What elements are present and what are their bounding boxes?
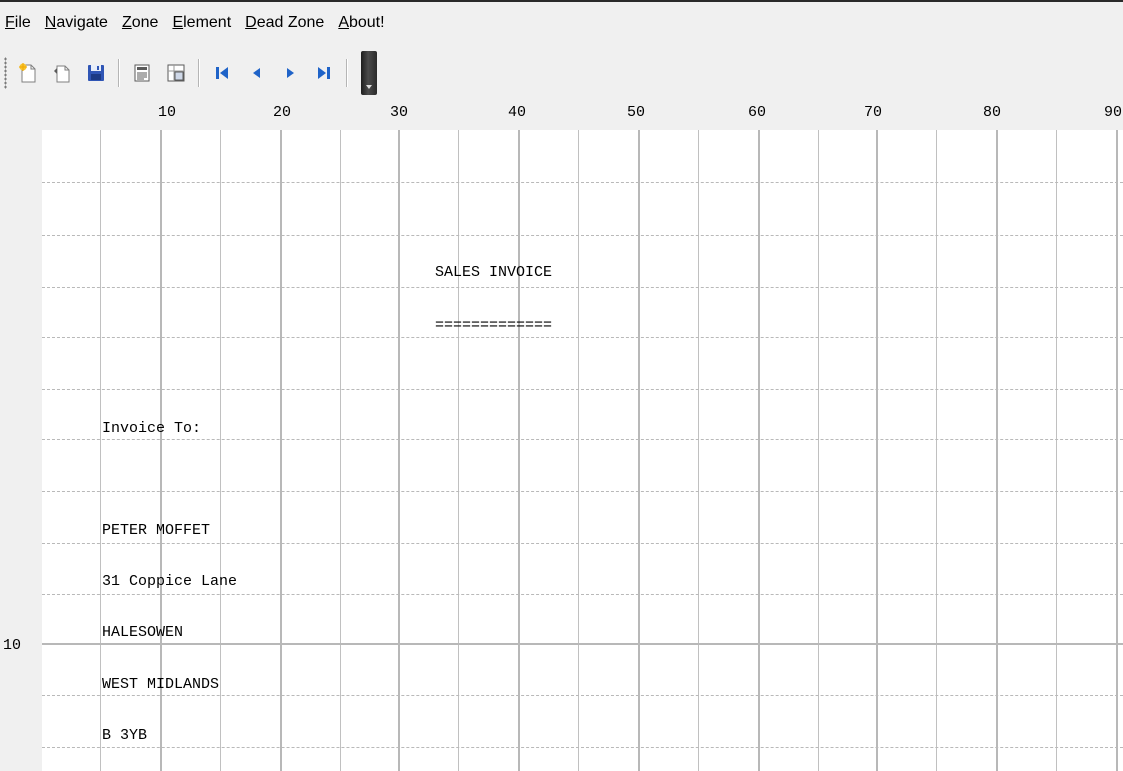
menu-element[interactable]: Element: [167, 12, 240, 34]
grid-column-line: [1056, 130, 1057, 771]
grid-row-line: [42, 287, 1123, 288]
grid-column-line: [936, 130, 937, 771]
open-document-button[interactable]: [47, 58, 77, 88]
menu-navigate-label: avigate: [56, 14, 108, 31]
last-record-icon: [318, 67, 330, 79]
ruler-column-label: 60: [747, 104, 767, 121]
next-record-button[interactable]: [275, 58, 305, 88]
grid-column-line: [458, 130, 459, 771]
next-record-icon: [287, 68, 294, 78]
address-line-1: 31 Coppice Lane: [102, 573, 238, 590]
grid-row-line: [42, 491, 1123, 492]
new-document-icon: [19, 63, 36, 83]
grid-column-line: [876, 130, 878, 771]
previous-record-button[interactable]: [241, 58, 271, 88]
horizontal-ruler: 10 20 30 40 50 60 70 80 90: [0, 102, 1123, 130]
grid-column-line: [100, 130, 101, 771]
toolbar-overflow-button[interactable]: [361, 51, 377, 95]
grid-column-line: [220, 130, 221, 771]
address-town: HALESOWEN: [102, 624, 184, 641]
print-preview-button[interactable]: [161, 58, 191, 88]
ruler-column-label: 10: [157, 104, 177, 121]
save-button[interactable]: [81, 58, 111, 88]
menu-file-label: ile: [14, 14, 31, 31]
menu-zone[interactable]: Zone: [117, 12, 167, 34]
grid-column-line: [340, 130, 341, 771]
grid-row-line: [42, 182, 1123, 183]
invoice-to-label: Invoice To:: [102, 420, 202, 437]
menu-dead-zone-mnemonic: D: [245, 14, 257, 31]
grid-column-line: [698, 130, 699, 771]
toolbar-separator: [118, 59, 120, 87]
ruler-row-label: 10: [3, 637, 22, 654]
menu-zone-label: one: [131, 14, 159, 31]
ruler-column-label: 70: [863, 104, 883, 121]
menu-about[interactable]: About!: [333, 12, 393, 34]
print-preview-icon: [167, 64, 185, 82]
menu-dead-zone-label: ead Zone: [256, 14, 325, 31]
toolbar-separator: [346, 59, 348, 87]
last-record-button[interactable]: [309, 58, 339, 88]
invoice-title: SALES INVOICE: [435, 264, 553, 281]
ruler-column-label: 90: [1103, 104, 1123, 121]
document-grid-canvas[interactable]: SALES INVOICE ============= Invoice To: …: [42, 130, 1123, 771]
properties-button[interactable]: [127, 58, 157, 88]
grid-row-line: [42, 543, 1123, 544]
properties-icon: [134, 64, 150, 82]
grid-column-line: [638, 130, 640, 771]
toolbar-separator: [198, 59, 200, 87]
grid-column-line: [280, 130, 282, 771]
menu-file-mnemonic: F: [5, 14, 15, 31]
grid-row-line: [42, 337, 1123, 338]
grid-row-line: [42, 747, 1123, 748]
grid-row-line: [42, 594, 1123, 595]
menu-navigate[interactable]: Navigate: [40, 12, 117, 34]
first-record-button[interactable]: [207, 58, 237, 88]
ruler-column-label: 50: [626, 104, 646, 121]
menu-bar: File Navigate Zone Element Dead Zone Abo…: [0, 2, 1123, 44]
toolbar-grip[interactable]: [4, 57, 7, 89]
grid-row-line: [42, 389, 1123, 390]
save-icon: [88, 65, 104, 81]
menu-dead-zone[interactable]: Dead Zone: [240, 12, 333, 34]
toolbar: [0, 44, 1123, 102]
menu-navigate-mnemonic: N: [44, 14, 57, 31]
address-postcode: B 3YB: [102, 727, 148, 744]
grid-row-line: [42, 695, 1123, 696]
menu-file[interactable]: File: [0, 12, 40, 34]
grid-column-line: [1116, 130, 1118, 771]
ruler-column-label: 40: [507, 104, 527, 121]
grid-row-line: [42, 439, 1123, 440]
grid-column-line: [578, 130, 579, 771]
grid-column-line: [518, 130, 520, 771]
grid-column-line: [996, 130, 998, 771]
grid-column-line: [160, 130, 162, 771]
grid-column-line: [398, 130, 400, 771]
grid-column-line: [818, 130, 819, 771]
open-document-icon: [54, 65, 70, 83]
address-county: WEST MIDLANDS: [102, 676, 220, 693]
ruler-column-label: 30: [389, 104, 409, 121]
menu-about-label: bout!: [348, 14, 385, 31]
menu-zone-mnemonic: Z: [121, 14, 132, 31]
previous-record-icon: [253, 68, 260, 78]
invoice-title-underline: =============: [435, 317, 553, 334]
grid-row-line: [42, 235, 1123, 236]
customer-name: PETER MOFFET: [102, 522, 211, 539]
grid-row-line-major: [42, 643, 1123, 645]
menu-element-mnemonic: E: [172, 14, 184, 31]
ruler-column-label: 20: [272, 104, 292, 121]
new-document-button[interactable]: [13, 58, 43, 88]
grid-column-line: [758, 130, 760, 771]
first-record-icon: [216, 67, 228, 79]
menu-about-mnemonic: A: [338, 14, 349, 31]
ruler-column-label: 80: [982, 104, 1002, 121]
menu-element-label: lement: [183, 14, 232, 31]
